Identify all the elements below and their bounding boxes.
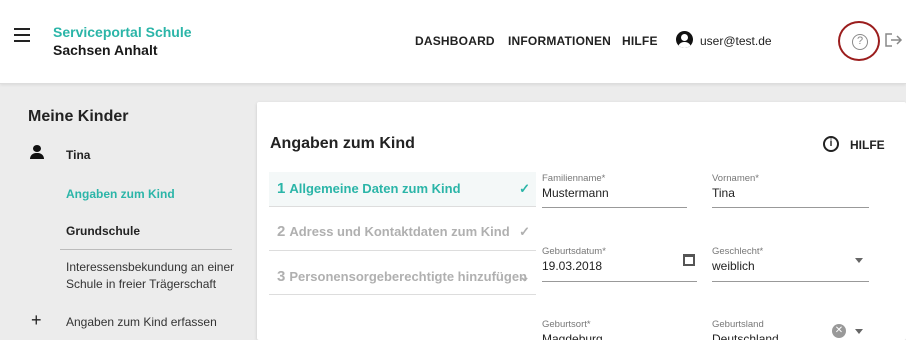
field-label: Familienname* <box>542 173 606 184</box>
step-label: Allgemeine Daten zum Kind <box>289 181 461 196</box>
nav-informationen[interactable]: INFORMATIONEN <box>508 34 611 48</box>
calendar-icon[interactable] <box>683 254 695 266</box>
field-label: Vornamen* <box>712 173 760 184</box>
field-label: Geschlecht* <box>712 246 764 257</box>
step-1[interactable]: 1 Allgemeine Daten zum Kind ✓ <box>269 172 536 206</box>
familienname-field[interactable]: Familienname* Mustermann <box>542 173 687 208</box>
dropdown-caret-icon[interactable] <box>855 329 863 334</box>
step-label: Adress und Kontaktdaten zum Kind <box>289 224 510 239</box>
step-divider <box>269 250 536 251</box>
step-divider <box>269 294 536 295</box>
help-button[interactable]: HILFE <box>850 138 885 152</box>
person-icon <box>30 145 44 159</box>
chevron-down-icon: ⌄ <box>519 269 530 284</box>
logout-icon[interactable] <box>885 33 903 47</box>
sidebar-title: Meine Kinder <box>28 108 129 125</box>
brand[interactable]: Serviceportal Schule Sachsen Anhalt <box>53 23 192 59</box>
geburtsland-select[interactable]: Geburtsland Deutschland ✕ <box>712 319 869 340</box>
step-number: 2 <box>277 223 286 240</box>
sidebar-item-angaben[interactable]: Angaben zum Kind <box>66 187 175 201</box>
sidebar-divider <box>60 249 232 250</box>
clear-icon[interactable]: ✕ <box>832 324 846 338</box>
brand-line1: Serviceportal Schule <box>53 24 192 40</box>
sidebar-child-name[interactable]: Tina <box>66 148 90 162</box>
help-circle-icon[interactable]: ? <box>852 34 868 50</box>
sidebar-item-grundschule[interactable]: Grundschule <box>66 224 140 238</box>
nav-hilfe[interactable]: HILFE <box>622 34 658 48</box>
step-2[interactable]: 2 Adress und Kontaktdaten zum Kind ✓ <box>269 215 536 249</box>
step-label: Personensorgeberechtigte hinzufügen <box>289 269 527 284</box>
field-value: Tina <box>712 186 735 200</box>
field-value: Mustermann <box>542 186 609 200</box>
step-3[interactable]: 3 Personensorgeberechtigte hinzufügen ⌄ <box>269 260 536 294</box>
sidebar-item-interessensbekundung[interactable]: Interessensbekundung an einer Schule in … <box>66 259 241 293</box>
dropdown-caret-icon[interactable] <box>855 258 863 263</box>
menu-icon[interactable] <box>14 28 30 42</box>
app-header: Serviceportal Schule Sachsen Anhalt DASH… <box>0 0 906 84</box>
vornamen-field[interactable]: Vornamen* Tina <box>712 173 869 208</box>
check-icon: ✓ <box>519 181 530 196</box>
step-divider <box>269 206 536 207</box>
child-form-card: Angaben zum Kind i HILFE 1 Allgemeine Dat… <box>257 102 906 340</box>
step-number: 1 <box>277 180 286 197</box>
help-highlight-ring: ? <box>838 21 880 61</box>
field-value: 19.03.2018 <box>542 259 603 273</box>
field-value: weiblich <box>712 259 755 273</box>
geburtsdatum-field[interactable]: Geburtsdatum* 19.03.2018 <box>542 246 697 282</box>
field-label: Geburtsdatum* <box>542 246 606 257</box>
geschlecht-select[interactable]: Geschlecht* weiblich <box>712 246 869 282</box>
page-title: Angaben zum Kind <box>270 135 415 152</box>
info-icon[interactable]: i <box>823 136 839 152</box>
field-label: Geburtsort* <box>542 319 591 330</box>
user-email[interactable]: user@test.de <box>700 34 772 48</box>
plus-icon[interactable]: + <box>31 311 42 329</box>
field-value: Magdeburg <box>542 332 603 340</box>
user-icon[interactable] <box>676 31 693 48</box>
check-icon: ✓ <box>519 224 530 239</box>
geburtsort-field[interactable]: Geburtsort* Magdeburg <box>542 319 687 340</box>
brand-line2: Sachsen Anhalt <box>53 42 158 58</box>
step-number: 3 <box>277 268 286 285</box>
nav-dashboard[interactable]: DASHBOARD <box>415 34 495 48</box>
sidebar-item-add-child[interactable]: Angaben zum Kind erfassen <box>66 315 217 329</box>
